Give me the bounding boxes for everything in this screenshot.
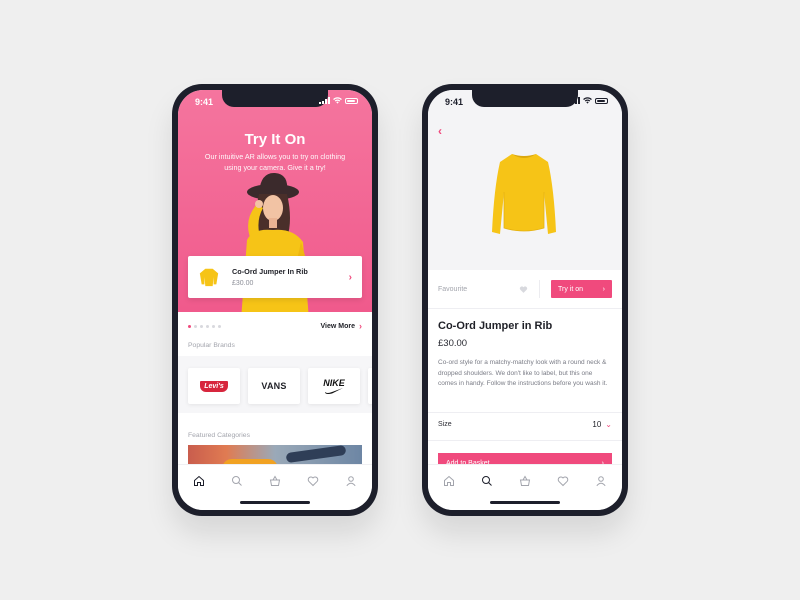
product-title: Co-Ord Jumper in Rib: [438, 320, 553, 332]
chevron-down-icon: ⌄: [605, 420, 612, 429]
carousel-dot[interactable]: [188, 325, 191, 328]
notch: [472, 90, 578, 107]
brand-list: Levi's VANS NIKE: [188, 368, 372, 404]
sweater-thumbnail: [199, 268, 219, 287]
chevron-right-icon: ›: [602, 285, 605, 293]
battery-icon: [595, 97, 608, 104]
tab-search[interactable]: [480, 474, 494, 488]
tab-favourites[interactable]: [306, 474, 320, 488]
brand-nike[interactable]: NIKE: [308, 368, 360, 404]
tab-profile[interactable]: [594, 474, 608, 488]
hero-title: Try It On: [244, 131, 306, 148]
brand-partial[interactable]: [368, 368, 372, 404]
tab-bar: [178, 464, 372, 510]
product-description: Co-ord style for a matchy-matchy look wi…: [438, 359, 608, 387]
tab-basket[interactable]: [518, 474, 532, 488]
chevron-right-icon: ›: [348, 271, 352, 283]
size-selector[interactable]: Size 10 ⌄: [438, 420, 612, 429]
profile-icon: [596, 476, 606, 487]
product-price: £30.00: [438, 338, 468, 349]
featured-product-card[interactable]: Co-Ord Jumper In Rib £30.00 ›: [188, 256, 362, 298]
home-indicator: [490, 501, 560, 504]
status-icons: [319, 97, 358, 104]
try-it-on-button[interactable]: Try it on ›: [551, 280, 612, 298]
chevron-right-icon: ›: [359, 321, 362, 331]
divider: [428, 308, 622, 309]
view-more-label: View More: [320, 322, 356, 330]
divider: [428, 412, 622, 413]
right-phone: 9:41 ‹ Favourite Try it on › Co-Ord Jump: [422, 84, 628, 516]
carousel-dot[interactable]: [200, 325, 203, 328]
levis-logo: Levi's: [200, 380, 228, 392]
battery-icon: [345, 97, 358, 104]
size-value[interactable]: 10 ⌄: [592, 420, 612, 429]
tab-favourites[interactable]: [556, 474, 570, 488]
product-price: £30.00: [232, 280, 254, 287]
tab-search[interactable]: [230, 474, 244, 488]
status-time: 9:41: [195, 97, 214, 107]
divider: [539, 280, 540, 298]
basket-icon: [519, 475, 531, 486]
view-more-link[interactable]: View More ›: [321, 321, 363, 331]
try-it-on-label: Try it on: [558, 285, 584, 293]
carousel-dot[interactable]: [218, 325, 221, 328]
nike-logo-text: NIKE: [323, 377, 345, 388]
carousel-dots[interactable]: [188, 325, 221, 328]
divider: [428, 440, 622, 441]
search-icon: [482, 476, 492, 486]
tab-profile[interactable]: [344, 474, 358, 488]
brand-vans[interactable]: VANS: [248, 368, 300, 404]
tab-home[interactable]: [442, 474, 456, 488]
carousel-dot[interactable]: [206, 325, 209, 328]
product-image-area: ‹: [428, 90, 622, 270]
left-phone: 9:41 Try It On Our intuitive AR allows y…: [172, 84, 378, 516]
carousel-dot[interactable]: [212, 325, 215, 328]
vans-logo: VANS: [261, 381, 287, 391]
wifi-icon: [333, 97, 342, 104]
signal-icon: [569, 97, 580, 104]
signal-icon: [319, 97, 330, 104]
notch: [222, 90, 328, 107]
search-icon: [232, 476, 242, 486]
status-time: 9:41: [445, 97, 464, 107]
swoosh-icon: [324, 387, 343, 394]
heart-icon[interactable]: [519, 285, 528, 294]
brand-levis[interactable]: Levi's: [188, 368, 240, 404]
tab-bar: [428, 464, 622, 510]
heart-icon: [557, 476, 569, 487]
home-indicator: [240, 501, 310, 504]
home-icon: [194, 475, 204, 486]
profile-icon: [346, 476, 356, 487]
left-screen: 9:41 Try It On Our intuitive AR allows y…: [178, 90, 372, 510]
sweater-image: [492, 154, 556, 234]
basket-icon: [269, 475, 281, 486]
carousel-dot[interactable]: [194, 325, 197, 328]
size-label: Size: [438, 421, 452, 428]
chevron-left-icon[interactable]: ‹: [438, 124, 442, 138]
wifi-icon: [583, 97, 592, 104]
right-screen: 9:41 ‹ Favourite Try it on › Co-Ord Jump: [428, 90, 622, 510]
tab-home[interactable]: [192, 474, 206, 488]
status-icons: [569, 97, 608, 104]
product-name: Co-Ord Jumper In Rib: [232, 267, 308, 276]
favourite-label: Favourite: [438, 285, 468, 293]
nike-logo: NIKE: [323, 377, 345, 394]
tab-basket[interactable]: [268, 474, 282, 488]
legs-shape: [285, 445, 347, 464]
size-value-text: 10: [592, 420, 602, 429]
home-icon: [444, 475, 454, 486]
heart-icon: [307, 476, 319, 487]
favourite-row: Favourite Try it on ›: [428, 270, 622, 308]
featured-categories-heading: Featured Categories: [188, 432, 250, 439]
popular-brands-heading: Popular Brands: [188, 342, 235, 349]
